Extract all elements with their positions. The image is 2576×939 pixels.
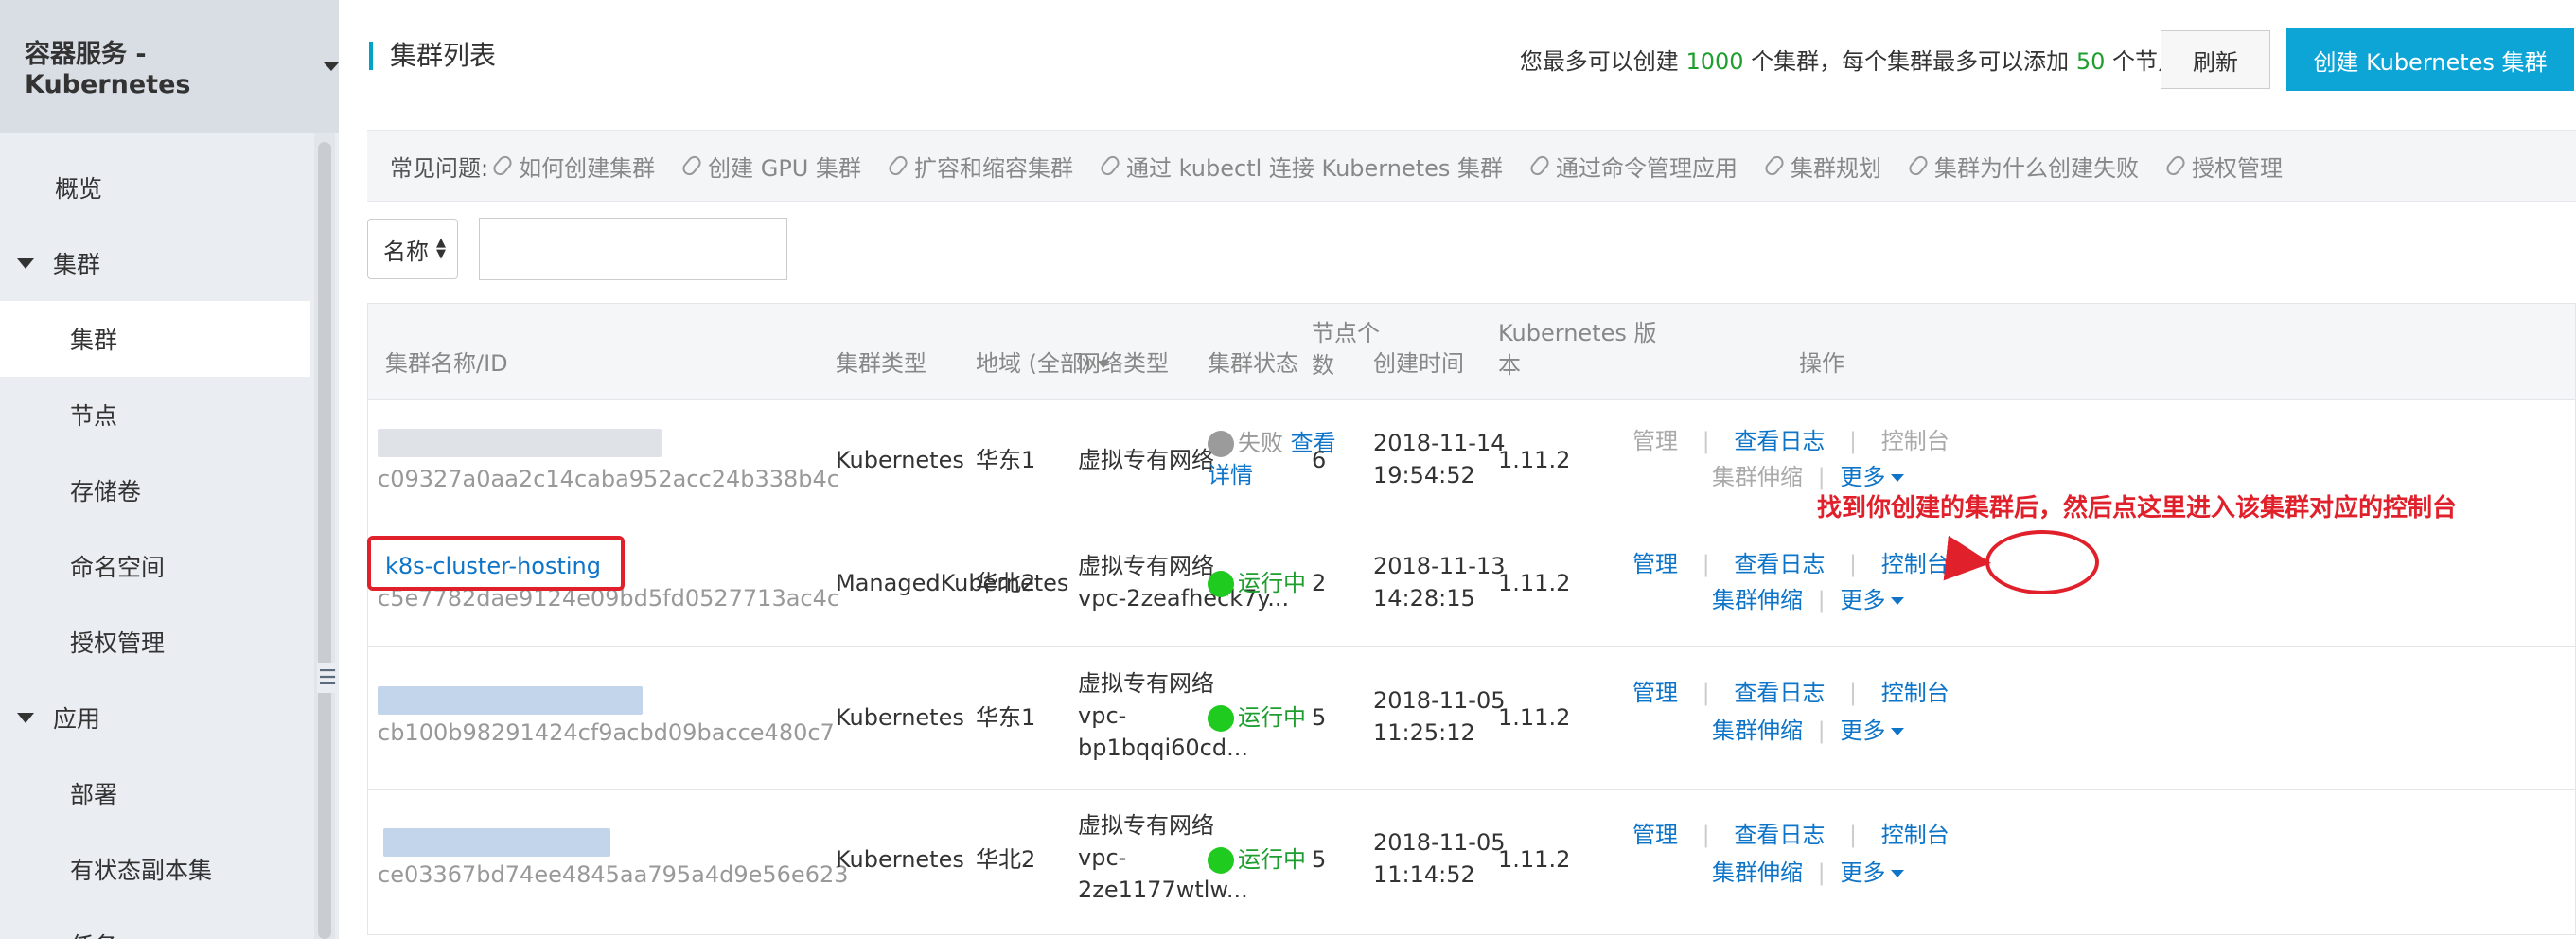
- product-title: 容器服务 - Kubernetes: [25, 40, 191, 99]
- sidebar-nav: 概览 集群 集群 节点 存储卷 命名空间 授权管理 应用 部署 有状态副本集 任…: [0, 133, 339, 939]
- sidebar-item-namespaces[interactable]: 命名空间: [0, 528, 310, 604]
- sidebar-group-apps[interactable]: 应用: [0, 680, 310, 755]
- sidebar-item-label: 部署: [70, 781, 118, 808]
- sidebar-item-volumes[interactable]: 存储卷: [0, 452, 310, 528]
- sidebar-item-jobs[interactable]: 任务: [0, 907, 310, 939]
- annotation-arrow: [1943, 535, 1991, 581]
- sidebar-item-label: 授权管理: [70, 629, 166, 657]
- sidebar-item-statefulsets[interactable]: 有状态副本集: [0, 831, 310, 907]
- sidebar-item-label: 节点: [70, 402, 118, 430]
- annotation-text: 找到你创建的集群后，然后点这里进入该集群对应的控制台: [1817, 494, 2458, 523]
- sidebar: 容器服务 - Kubernetes 概览 集群 集群 节点 存储卷 命名空间 授…: [0, 0, 339, 939]
- sidebar-item-label: 概览: [55, 175, 103, 203]
- caret-down-icon: [17, 712, 34, 723]
- sidebar-item-label: 有状态副本集: [70, 857, 213, 884]
- caret-down-icon: [17, 257, 34, 269]
- sidebar-scrollbar[interactable]: [314, 133, 335, 939]
- sidebar-item-nodes[interactable]: 节点: [0, 377, 310, 452]
- product-switcher[interactable]: 容器服务 - Kubernetes: [0, 0, 339, 133]
- sidebar-item-authorization[interactable]: 授权管理: [0, 604, 310, 680]
- collapse-sidebar-icon[interactable]: ☰: [317, 663, 338, 693]
- chevron-down-icon: [324, 62, 339, 71]
- sidebar-group-label: 集群: [53, 251, 101, 278]
- sidebar-item-label: 任务: [70, 928, 117, 939]
- sidebar-item-cluster[interactable]: 集群: [0, 301, 310, 377]
- sidebar-item-deployments[interactable]: 部署: [0, 755, 310, 831]
- sidebar-item-overview[interactable]: 概览: [0, 150, 310, 225]
- sidebar-group-label: 应用: [53, 705, 101, 733]
- scrollbar-thumb[interactable]: [318, 142, 331, 939]
- sidebar-item-label: 集群: [70, 327, 118, 354]
- main-content: 集群列表 您最多可以创建 1000 个集群，每个集群最多可以添加 50 个节点 …: [367, 0, 2576, 939]
- sidebar-group-cluster[interactable]: 集群: [0, 225, 310, 301]
- sidebar-item-label: 命名空间: [70, 554, 166, 581]
- sidebar-item-label: 存储卷: [70, 478, 142, 505]
